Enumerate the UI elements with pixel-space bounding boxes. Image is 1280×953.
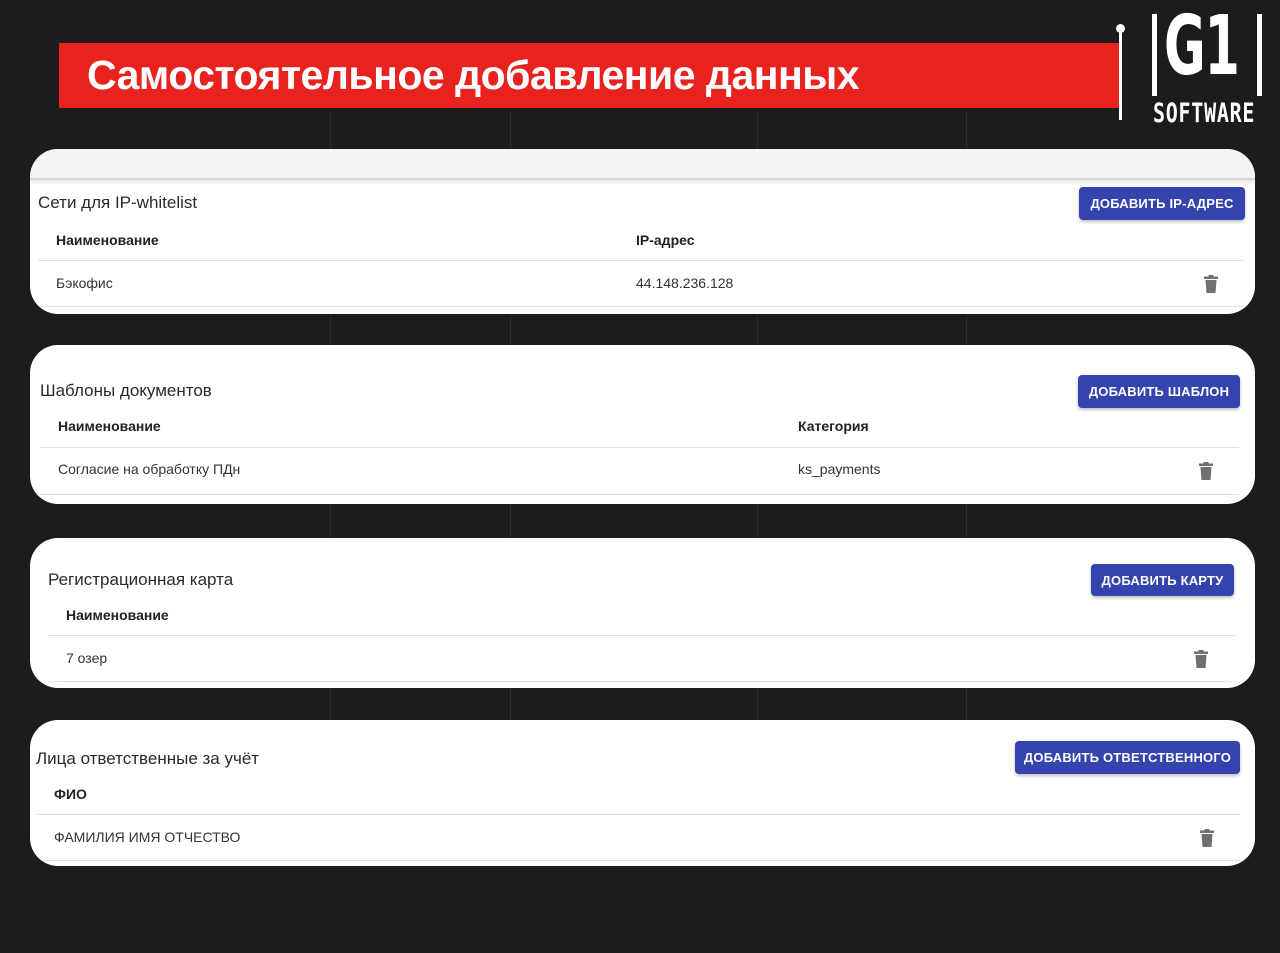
logo-bar-left — [1152, 14, 1157, 96]
document-templates-card: Шаблоны документов ДОБАВИТЬ ШАБЛОН Наиме… — [30, 345, 1255, 504]
trash-icon[interactable] — [1200, 829, 1214, 847]
card-title: Сети для IP-whitelist — [38, 193, 198, 212]
table-cell-name: 7 озер — [66, 650, 108, 666]
table-divider — [36, 860, 1241, 861]
trash-icon[interactable] — [1204, 275, 1218, 293]
trash-icon[interactable] — [1194, 650, 1208, 668]
table-divider — [40, 447, 1239, 448]
column-header-ip: IP-адрес — [636, 232, 695, 248]
card-title: Шаблоны документов — [40, 381, 212, 400]
card-title: Лица ответственные за учёт — [36, 749, 260, 768]
table-divider — [40, 494, 1239, 495]
add-ip-address-button[interactable]: ДОБАВИТЬ IP-АДРЕС — [1079, 187, 1245, 220]
column-header-category: Категория — [798, 418, 869, 434]
logo-pin-icon — [1116, 24, 1125, 120]
table-divider — [36, 814, 1241, 815]
table-divider — [38, 306, 1243, 307]
ip-whitelist-card: Сети для IP-whitelist ДОБАВИТЬ IP-АДРЕС … — [30, 149, 1255, 314]
table-cell-ip: 44.148.236.128 — [636, 275, 734, 291]
responsible-persons-card: Лица ответственные за учёт ДОБАВИТЬ ОТВЕ… — [30, 720, 1255, 866]
company-logo: G1 SOFTWARE — [1116, 6, 1276, 132]
column-header-name: Наименование — [58, 418, 161, 434]
column-header-fio: ФИО — [54, 786, 87, 802]
card-toolbar — [30, 149, 1255, 180]
registration-card-card: Регистрационная карта ДОБАВИТЬ КАРТУ Наи… — [30, 538, 1255, 688]
table-cell-category: ks_payments — [798, 461, 881, 477]
table-cell-name: Согласие на обработку ПДн — [58, 461, 241, 477]
table-cell-fio: ФАМИЛИЯ ИМЯ ОТЧЕСТВО — [54, 829, 241, 845]
table-divider — [38, 260, 1243, 261]
add-responsible-button[interactable]: ДОБАВИТЬ ОТВЕТСТВЕННОГО — [1015, 741, 1240, 774]
card-title: Регистрационная карта — [48, 570, 234, 589]
column-header-name: Наименование — [56, 232, 159, 248]
logo-bar-right — [1257, 14, 1262, 96]
column-header-name: Наименование — [66, 607, 169, 623]
logo-subtitle: SOFTWARE — [1153, 98, 1256, 129]
header-banner: Самостоятельное добавление данных — [59, 43, 1122, 108]
add-card-button[interactable]: ДОБАВИТЬ КАРТУ — [1091, 564, 1234, 596]
logo-mark: G1 — [1164, 0, 1240, 94]
trash-icon[interactable] — [1199, 462, 1213, 480]
table-cell-name: Бэкофис — [56, 275, 113, 291]
page-title: Самостоятельное добавление данных — [87, 52, 860, 98]
add-template-button[interactable]: ДОБАВИТЬ ШАБЛОН — [1078, 375, 1240, 408]
table-divider — [48, 681, 1235, 682]
table-divider — [48, 635, 1235, 636]
